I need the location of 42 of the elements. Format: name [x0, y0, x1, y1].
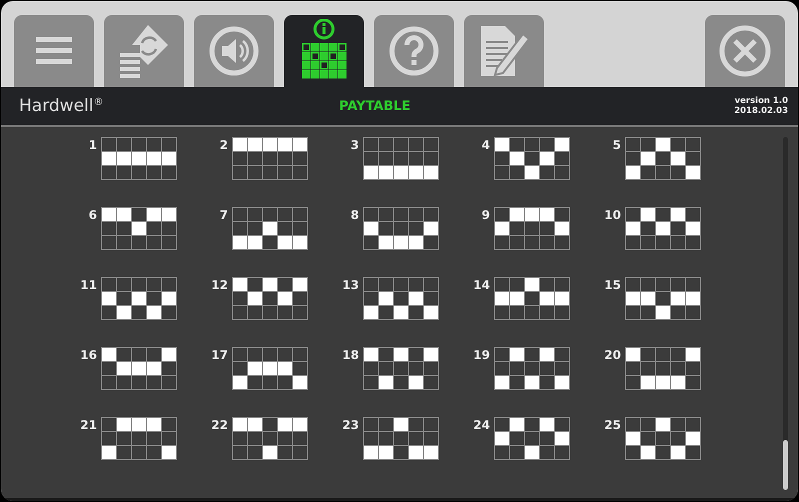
line-number: 22 — [210, 418, 228, 432]
line-number: 21 — [79, 418, 97, 432]
screen-title: PAYTABLE — [339, 98, 412, 114]
sound-tab[interactable] — [194, 15, 274, 87]
close-icon — [718, 24, 772, 78]
coin-stack-icon — [118, 23, 170, 79]
line-number: 16 — [79, 348, 97, 362]
version-label: version 1.0 — [734, 96, 788, 106]
line-number: 5 — [612, 138, 621, 152]
line-number: 12 — [210, 278, 228, 292]
help-tab[interactable] — [374, 15, 454, 87]
line-number: 3 — [350, 138, 359, 152]
menu-icon — [36, 37, 72, 65]
line-number: 24 — [472, 418, 490, 432]
help-icon — [388, 25, 440, 77]
line-number: 1 — [88, 138, 97, 152]
line-number: 4 — [480, 138, 490, 152]
line-number: 10 — [603, 208, 621, 222]
line-number: 19 — [472, 348, 490, 362]
line-number: 7 — [218, 208, 228, 222]
line-number: 20 — [603, 348, 621, 362]
line-number: 13 — [341, 278, 359, 292]
notes-tab[interactable] — [464, 15, 544, 87]
date-label: 2018.02.03 — [734, 106, 788, 116]
scrollbar[interactable] — [783, 137, 788, 490]
brand-name: Hardwell$^{®}$ — [19, 96, 104, 116]
line-number: 14 — [472, 278, 490, 292]
menu-tab[interactable] — [14, 15, 94, 87]
line-number: 6 — [88, 208, 97, 222]
line-number: 15 — [603, 278, 621, 292]
line-number: 17 — [210, 348, 228, 362]
line-number: 18 — [341, 348, 359, 362]
speaker-icon — [208, 25, 260, 77]
line-number: 23 — [341, 418, 359, 432]
line-number: 11 — [79, 278, 97, 292]
close-button[interactable] — [705, 15, 785, 87]
bets-tab[interactable] — [104, 15, 184, 87]
line-number: 2 — [218, 138, 228, 152]
line-number: 8 — [350, 208, 359, 222]
line-number: 25 — [603, 418, 621, 432]
paytable-tab[interactable] — [284, 15, 364, 87]
line-number: 9 — [480, 208, 490, 222]
